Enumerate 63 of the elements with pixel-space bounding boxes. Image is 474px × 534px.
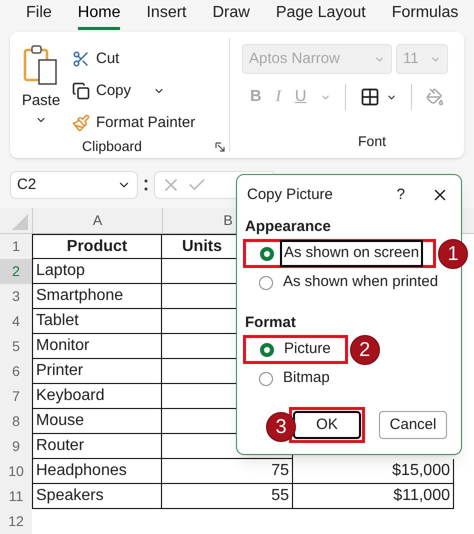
table-cell: 55 xyxy=(162,484,293,509)
table-cell: Printer xyxy=(32,359,162,384)
dialog-launcher-icon[interactable] xyxy=(215,142,225,152)
more-icon xyxy=(144,178,148,192)
dialog-title: Copy Picture xyxy=(247,184,334,205)
table-cell: Speakers xyxy=(32,484,162,509)
table-cell: Tablet xyxy=(32,309,162,334)
row-header[interactable]: 1 xyxy=(0,234,32,259)
section-heading: Format xyxy=(245,313,297,333)
step-badge: 1 xyxy=(438,238,468,268)
ribbon-tab[interactable]: File xyxy=(26,2,52,30)
scissors-icon xyxy=(72,50,90,68)
radio-button[interactable] xyxy=(259,276,273,290)
group-label: Clipboard xyxy=(82,137,142,156)
table-cell: Monitor xyxy=(32,334,162,359)
radio-label[interactable]: As shown on screen xyxy=(280,240,424,267)
paste-button[interactable]: Paste xyxy=(22,92,60,110)
table-cell: Headphones xyxy=(32,459,162,484)
radio-label[interactable]: As shown when printed xyxy=(279,269,442,296)
table-header-cell: Product xyxy=(32,234,162,259)
row-header[interactable]: 7 xyxy=(0,384,32,409)
row-header[interactable]: 11 xyxy=(0,484,32,509)
table-cell: Router xyxy=(32,434,162,459)
borders-icon[interactable] xyxy=(360,87,380,107)
name-box[interactable]: C2 xyxy=(10,171,138,199)
row-header[interactable]: 6 xyxy=(0,359,32,384)
paintbrush-icon xyxy=(72,114,90,132)
fill-color-icon[interactable] xyxy=(426,88,444,106)
row-header[interactable]: 2 xyxy=(0,259,32,284)
format-painter-button[interactable]: Format Painter xyxy=(72,110,196,136)
step-badge: 3 xyxy=(266,412,296,442)
row-header[interactable]: 9 xyxy=(0,434,32,459)
table-cell: $11,000 xyxy=(293,484,454,509)
radio-label[interactable]: Bitmap xyxy=(279,365,334,392)
row-header[interactable]: 4 xyxy=(0,309,32,334)
table-cell: 75 xyxy=(162,459,293,484)
cut-button[interactable]: Cut xyxy=(72,46,196,72)
ribbon-tab[interactable]: Insert xyxy=(146,2,186,30)
ribbon-tab[interactable]: Formulas xyxy=(392,2,458,30)
table-cell: Mouse xyxy=(32,409,162,434)
radio-button[interactable] xyxy=(260,246,274,260)
radio-button[interactable] xyxy=(259,372,273,386)
table-cell: Laptop xyxy=(32,259,162,284)
row-header[interactable]: 8 xyxy=(0,409,32,434)
copy-icon xyxy=(72,82,90,100)
row-header[interactable]: 12 xyxy=(0,509,32,534)
column-header[interactable]: A xyxy=(32,208,162,233)
step-badge: 2 xyxy=(350,334,380,364)
table-cell: Keyboard xyxy=(32,384,162,409)
paste-icon[interactable] xyxy=(23,44,59,86)
help-button[interactable]: ? xyxy=(396,184,405,206)
dialog-button[interactable]: Cancel xyxy=(379,411,447,439)
radio-button[interactable] xyxy=(260,342,274,356)
ribbon-tab[interactable]: Draw xyxy=(212,2,250,30)
row-header[interactable]: 3 xyxy=(0,284,32,309)
dialog-button[interactable]: OK xyxy=(293,411,361,439)
copy-button[interactable]: Copy xyxy=(72,78,132,104)
row-header[interactable]: 5 xyxy=(0,334,32,359)
table-cell: $15,000 xyxy=(293,459,454,484)
table-cell: Smartphone xyxy=(32,284,162,309)
ribbon-tab[interactable]: Page Layout xyxy=(276,2,366,30)
group-label: Font xyxy=(358,132,388,151)
row-header[interactable]: 10 xyxy=(0,459,32,484)
